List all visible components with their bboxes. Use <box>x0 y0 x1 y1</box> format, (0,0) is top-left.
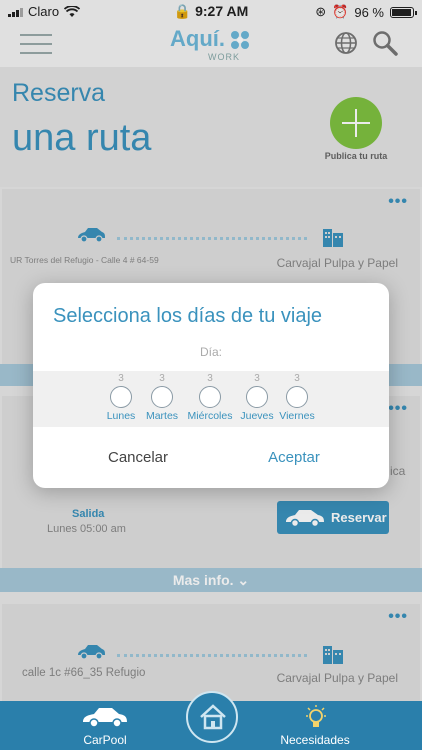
bottom-nav: CarPool Necesidades <box>0 691 422 750</box>
day-checkbox[interactable] <box>151 386 173 408</box>
day-count: 3 <box>294 373 300 384</box>
home-icon <box>200 704 226 730</box>
day-checkbox[interactable] <box>286 386 308 408</box>
car-icon <box>83 708 127 728</box>
lightbulb-icon <box>306 705 326 727</box>
nav-carpool-label: CarPool <box>83 733 127 747</box>
nav-needs-label: Necesidades <box>280 733 350 747</box>
day-name: Viernes <box>279 410 315 422</box>
day-checkbox[interactable] <box>246 386 268 408</box>
accept-button[interactable]: Aceptar <box>229 443 359 471</box>
day-selector: 3 Lunes 3 Martes 3 Miércoles 3 Jueves 3 … <box>33 371 389 427</box>
nav-carpool[interactable]: CarPool <box>40 701 170 750</box>
nav-home[interactable] <box>186 691 238 743</box>
day-label: Día: <box>199 345 222 359</box>
dialog-title: Selecciona los días de tu viaje <box>53 305 323 327</box>
nav-needs[interactable]: Necesidades <box>250 701 380 750</box>
day-checkbox[interactable] <box>199 386 221 408</box>
day-checkbox[interactable] <box>110 386 132 408</box>
day-option-viernes[interactable]: 3 Viernes <box>267 371 327 422</box>
cancel-button[interactable]: Cancelar <box>73 443 203 471</box>
select-days-dialog: Selecciona los días de tu viaje Día: 3 L… <box>33 283 389 488</box>
